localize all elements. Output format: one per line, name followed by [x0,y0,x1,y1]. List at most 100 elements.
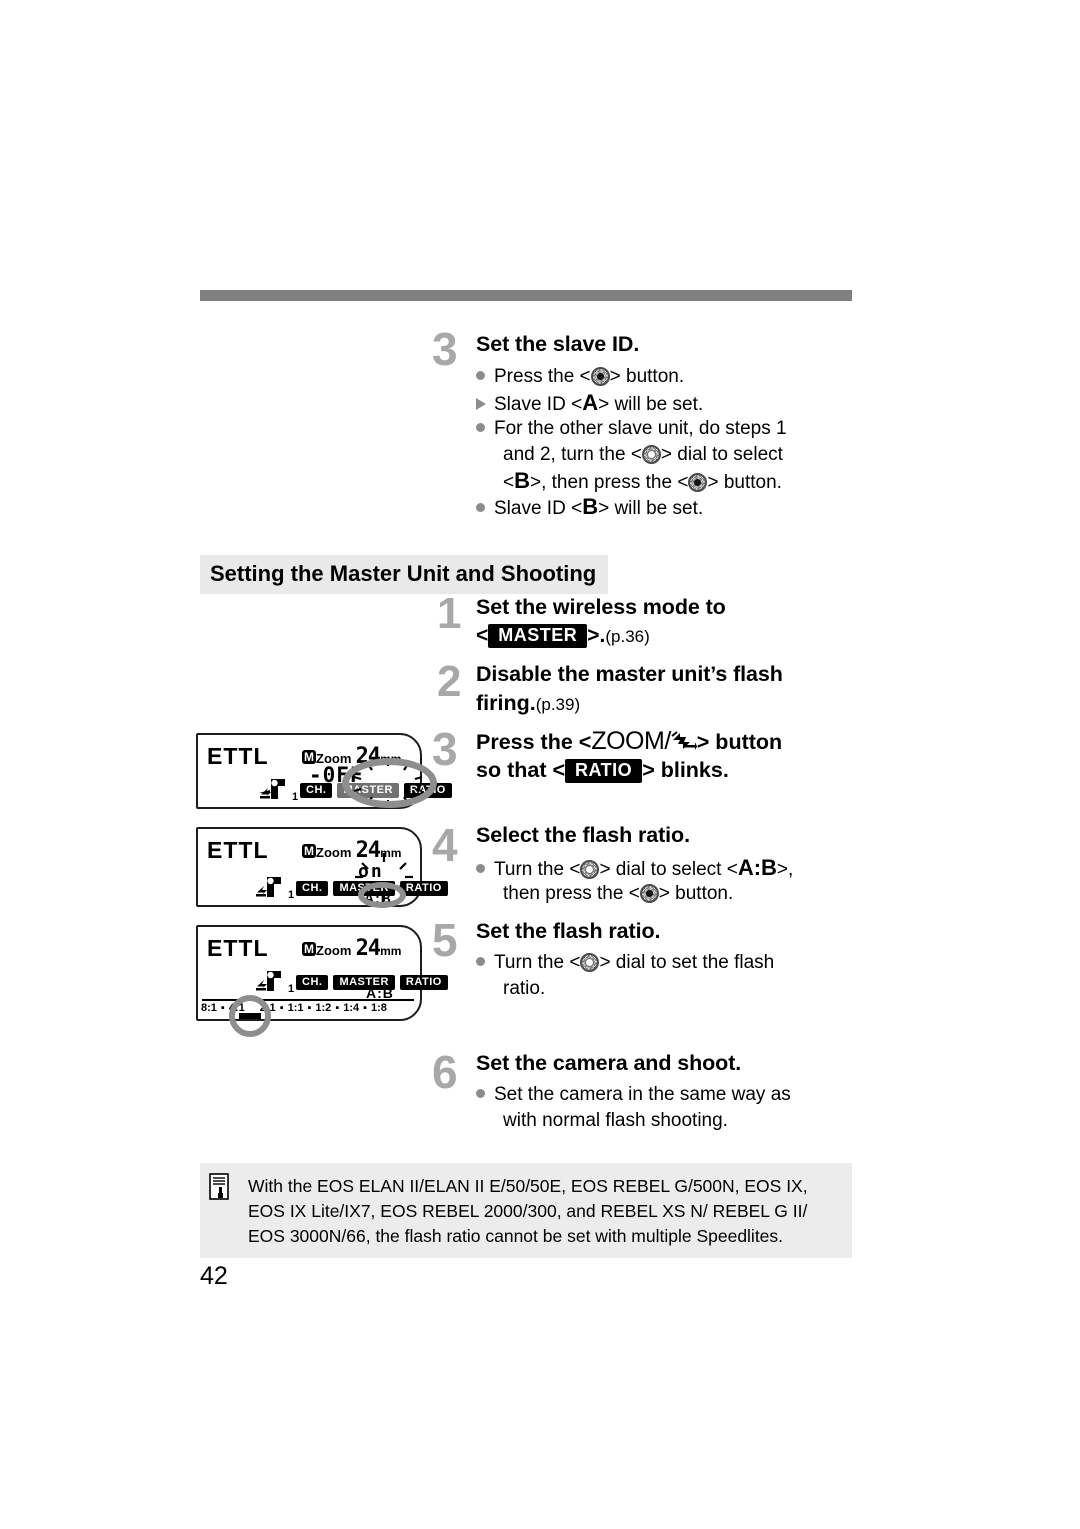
step-3-line1: Press the <ZOOM/ > button [476,727,782,757]
text-lt: < [476,624,489,647]
page-number: 42 [200,1262,228,1290]
text-gt: >. [587,624,606,647]
lcd3-tag-ratio: RATIO [399,975,448,990]
bullet-dot [476,956,485,966]
zoom-label: ZOOM/ [591,727,671,755]
text-slave-id-pre: Slave ID < [494,498,583,519]
lcd3-mode-ettl: ETTL [207,935,269,961]
text-lt: < [503,472,515,493]
lcd2-tag-ch: CH. [296,881,329,896]
text-dial-to-select: > dial to select [660,444,783,465]
text-then-press: >, then press the < [530,472,689,493]
text-turn-the-lt: Turn the < [494,952,581,973]
step-1-heading: Set the wireless mode to [476,595,726,619]
lcd3-scale-rule [202,999,414,1001]
triangle-marker-icon [476,397,486,410]
text-gt-comma: >, [776,859,794,880]
set-button-icon [639,884,659,903]
text-slave-id-pre: Slave ID < [494,394,583,415]
ratio-badge: RATIO [565,759,643,783]
text-other-slave: For the other slave unit, do steps 1 [494,418,787,439]
m-badge-icon: M [302,942,316,956]
note-line-3: EOS 3000N/66, the flash ratio cannot be … [248,1226,784,1246]
master-badge: MASTER [488,624,588,648]
text-firing: firing. [476,691,536,715]
lcd3-highlight-circle [229,995,271,1037]
select-dial-icon [580,860,600,879]
page-reference-36: (p.36) [605,627,650,646]
ratio-ab-label: A:B [737,855,777,880]
note-icon [209,1173,232,1201]
step-number-6: 6 [432,1046,458,1098]
bullet-dot [476,370,485,380]
lcd3-tag-ch: CH. [296,975,329,990]
step-5-bullet-1: Turn the < > dial to set the flash [476,950,774,976]
lcd3-zoom-unit: mm [380,944,402,958]
step-4-bullet-1: Turn the < > dial to select <A:B>, [476,855,793,883]
lcd3-slave-flash-icon [254,969,292,1000]
step-number-1: 1 [437,589,462,638]
step-3-bullet-2-line3: <B>, then press the < > button. [503,468,903,496]
ratio-tick-1-1: 1:1 [287,1002,304,1014]
note-text: With the EOS ELAN II/ELAN II E/50/50E, E… [248,1174,838,1249]
lcd1-mode-ettl: ETTL [207,743,269,769]
step-6-bullet-1-line2: with normal flash shooting. [503,1110,728,1131]
ratio-tick-1-8: 1:8 [371,1002,387,1014]
lcd-panel-ratio-scale: ETTL M Zoom 24mm 1 CH. MASTER RATIO A:B 8:1… [196,925,448,1037]
text-dial-to-set: > dial to set the flash [599,952,775,973]
m-badge-icon: M [302,844,316,858]
text-set-camera: Set the camera in the same way as [494,1084,791,1105]
section-heading: Setting the Master Unit and Shooting [200,555,609,594]
step-number-2: 2 [437,657,462,706]
note-line-1: With the EOS ELAN II/ELAN II E/50/50E, E… [248,1176,808,1196]
text-button-suffix: > button. [707,472,782,493]
lcd1-slave-flash-icon [258,777,296,808]
lcd-panel-ratio-on: ETTL MZoom 24mm on 1 CH.MASTERRATIO A:B [196,827,448,908]
lcd1-tag-ch: CH. [300,783,333,798]
bullet-dot [476,502,485,512]
slave-id-letter-a: A [582,390,599,415]
select-dial-icon [580,953,600,972]
text-press-the: Press the < [494,366,591,387]
bullet-dot [476,1088,485,1098]
step-6-bullet-1: Set the camera in the same way as [476,1082,791,1108]
bullet-dot [476,863,485,873]
step-3-line2: so that < RATIO > blinks. [476,758,729,783]
step-number-3-top: 3 [432,323,458,375]
lcd-panel-ratio-off: ETTL M Zoom 24mm -0FF 1 CH. MASTER RATIO [196,733,452,809]
note-line-2: EOS IX Lite/IX7, EOS REBEL 2000/300, and… [248,1201,808,1221]
step-5-heading: Set the flash ratio. [476,919,661,943]
section-rule [200,290,852,301]
set-button-icon [590,367,610,386]
page-reference-39: (p.39) [535,695,581,714]
bullet-dot [476,422,485,432]
ratio-tick-1-2: 1:2 [315,1002,332,1014]
slave-id-letter-b: B [582,494,599,519]
step-5-bullet-1-line2: ratio. [503,978,546,999]
lcd2-mode-ettl: ETTL [207,837,269,863]
text-will-be-set: > will be set. [598,394,704,415]
ratio-tick-1-4: 1:4 [343,1002,360,1014]
text-turn-the-lt: Turn the < [494,859,581,880]
step-number-5: 5 [432,914,458,966]
step-3-bullet-1: Press the < > button. [476,364,866,390]
m-badge-icon: M [302,750,316,764]
step-1-master-line: < MASTER >.(p.36) [476,624,650,648]
text-button-suffix: > button [696,730,783,754]
text-so-that-lt: so that < [476,758,566,782]
text-button-suffix: > button. [658,883,734,904]
note-box: With the EOS ELAN II/ELAN II E/50/50E, E… [200,1163,852,1258]
step-4-bullet-1-line2: then press the < > button. [503,881,733,907]
step-4-heading: Select the flash ratio. [476,823,690,847]
text-dial-to-select: > dial to select < [599,859,738,880]
text-turn-dial-pre: and 2, turn the < [503,444,642,465]
select-dial-icon [641,445,661,464]
text-then-press-lt: then press the < [503,883,640,904]
step-3-result-1: Slave ID <A> will be set. [476,390,866,418]
lcd3-zoom-group: M Zoom 24mm [302,936,401,961]
lcd3-channel-number: 1 [288,983,295,995]
manual-page: 3 Set the slave ID. Press the < > button.… [0,0,1080,1529]
lcd2-highlight-circle [358,882,406,908]
step-2-heading-line1: Disable the master unit’s flash [476,662,783,686]
text-will-be-set: > will be set. [598,498,704,519]
